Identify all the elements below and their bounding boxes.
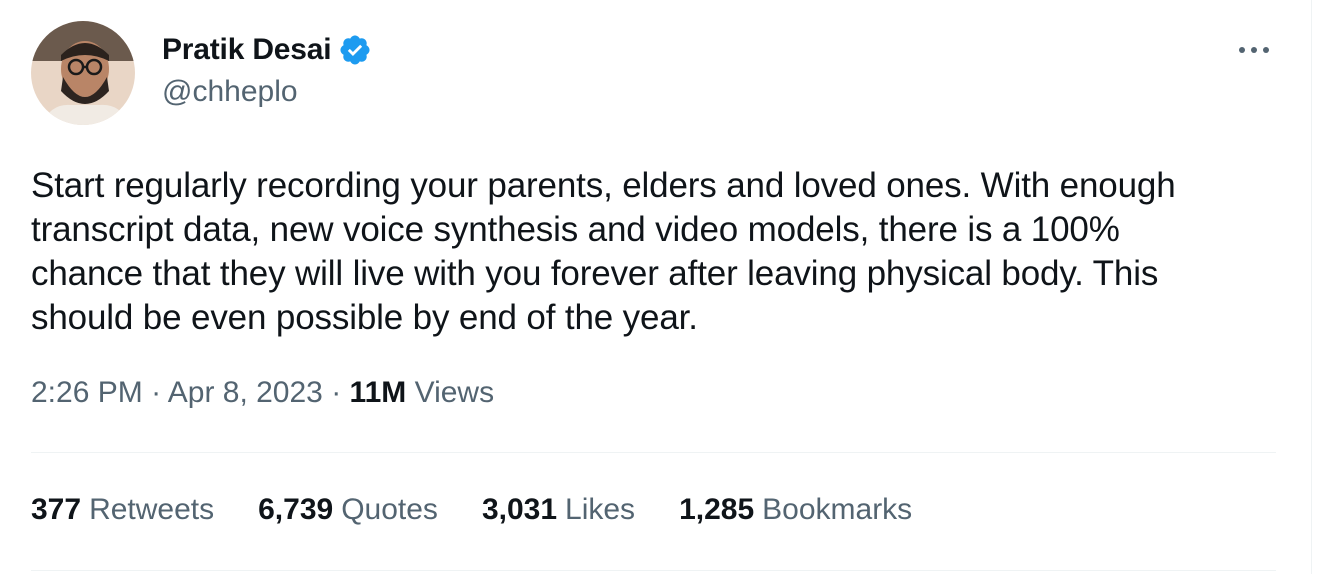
more-options-button[interactable]: [1234, 36, 1274, 64]
views-count: 11M: [349, 376, 407, 409]
author-display-name[interactable]: Pratik Desai: [162, 33, 332, 67]
meta-separator: ·: [331, 376, 350, 409]
tweet-detail: Pratik Desai @chheplo Start regularly re…: [0, 0, 1312, 574]
author-handle[interactable]: @chheplo: [162, 75, 298, 109]
bookmarks-label: Bookmarks: [762, 493, 913, 526]
likes-label: Likes: [565, 493, 636, 526]
likes-count: 3,031: [481, 493, 558, 526]
tweet-date[interactable]: Apr 8, 2023: [168, 376, 323, 409]
views-label: Views: [414, 376, 495, 409]
quotes-count: 6,739: [258, 493, 334, 526]
retweets-stat[interactable]: 377 Retweets: [31, 493, 214, 527]
verified-badge-icon[interactable]: [338, 33, 372, 67]
quotes-label: Quotes: [341, 493, 438, 526]
bookmarks-stat[interactable]: 1,285 Bookmarks: [679, 493, 912, 527]
divider: [31, 570, 1276, 571]
quotes-stat[interactable]: 6,739 Quotes: [258, 493, 438, 527]
tweet-metadata: 2:26 PM · Apr 8, 2023 · 11M Views: [31, 376, 494, 410]
tweet-text: Start regularly recording your parents, …: [31, 166, 1176, 337]
retweets-count: 377: [31, 493, 82, 526]
avatar[interactable]: [31, 21, 135, 125]
retweets-label: Retweets: [89, 493, 215, 526]
tweet-time[interactable]: 2:26 PM: [31, 376, 143, 409]
meta-separator: ·: [151, 376, 168, 409]
engagement-stats: 377 Retweets 6,739 Quotes 3,031 Likes 1,285…: [31, 493, 956, 527]
tweet-views[interactable]: 11M Views: [350, 376, 495, 409]
author-name-row: Pratik Desai: [162, 30, 372, 70]
likes-stat[interactable]: 3,031 Likes: [482, 493, 635, 527]
more-horizontal-icon: [1239, 47, 1269, 53]
bookmarks-count: 1,285: [679, 493, 755, 526]
avatar-image: [31, 21, 135, 125]
divider: [31, 452, 1276, 453]
